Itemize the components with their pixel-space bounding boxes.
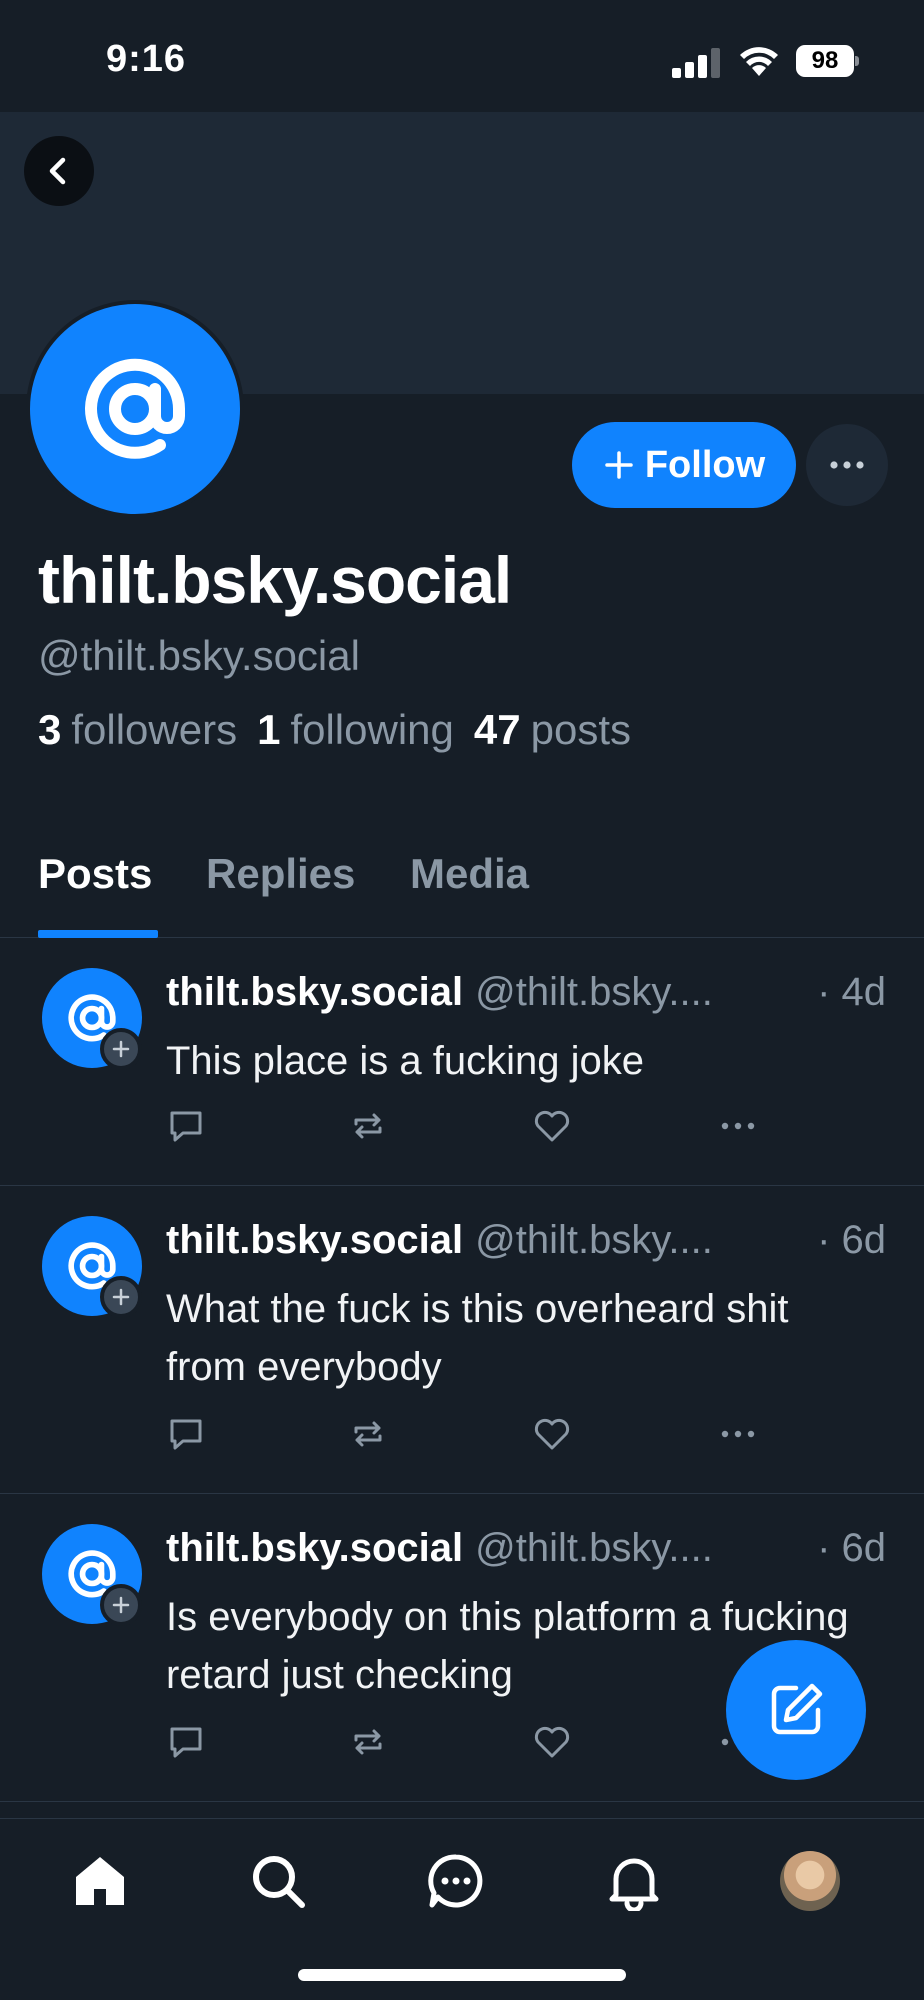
cell-signal-icon bbox=[672, 48, 720, 78]
repost-icon[interactable] bbox=[348, 1106, 388, 1146]
heart-icon[interactable] bbox=[532, 1414, 572, 1454]
follow-author-badge[interactable] bbox=[100, 1028, 142, 1070]
follow-author-badge[interactable] bbox=[100, 1584, 142, 1626]
feed-post[interactable]: thilt.bsky.social @thilt.bsky.... · 6d W… bbox=[0, 1186, 924, 1494]
status-bar: 9:16 98 bbox=[0, 0, 924, 112]
ellipsis-icon[interactable] bbox=[718, 1106, 758, 1146]
post-author-name[interactable]: thilt.bsky.social bbox=[166, 970, 463, 1015]
follow-label: Follow bbox=[644, 443, 766, 486]
plus-icon bbox=[112, 1596, 130, 1614]
plus-icon bbox=[112, 1040, 130, 1058]
plus-icon bbox=[605, 451, 633, 479]
chat-icon[interactable] bbox=[426, 1851, 486, 1911]
back-button[interactable] bbox=[24, 136, 94, 206]
search-icon[interactable] bbox=[248, 1851, 308, 1911]
post-author-handle[interactable]: @thilt.bsky.... bbox=[475, 1218, 811, 1263]
posts-count: 47 bbox=[473, 706, 521, 753]
repost-icon[interactable] bbox=[348, 1722, 388, 1762]
post-timestamp: · 6d bbox=[817, 1526, 886, 1570]
wifi-icon bbox=[740, 47, 778, 76]
plus-icon bbox=[112, 1288, 130, 1306]
compose-button[interactable] bbox=[726, 1640, 866, 1780]
heart-icon[interactable] bbox=[532, 1722, 572, 1762]
home-icon[interactable] bbox=[70, 1851, 130, 1911]
post-timestamp: · 4d bbox=[817, 970, 886, 1014]
battery-level: 98 bbox=[796, 45, 854, 77]
post-actions bbox=[166, 1414, 766, 1458]
post-header: thilt.bsky.social @thilt.bsky.... · 4d bbox=[166, 970, 886, 1015]
post-actions bbox=[166, 1722, 766, 1766]
comment-icon[interactable] bbox=[166, 1722, 206, 1762]
following-label: following bbox=[290, 706, 454, 753]
followers-label: followers bbox=[71, 706, 238, 753]
tab-posts[interactable]: Posts bbox=[38, 850, 152, 898]
post-text: This place is a fucking joke bbox=[166, 1039, 645, 1083]
bottom-nav bbox=[0, 1818, 924, 2000]
profile-avatar-nav[interactable] bbox=[780, 1851, 840, 1911]
following-count: 1 bbox=[257, 706, 281, 753]
follow-button[interactable]: Follow bbox=[572, 422, 796, 508]
home-indicator bbox=[298, 1969, 626, 1981]
followers-count: 3 bbox=[38, 706, 62, 753]
posts-stat: 47 posts bbox=[474, 706, 631, 754]
repost-icon[interactable] bbox=[348, 1414, 388, 1454]
heart-icon[interactable] bbox=[532, 1106, 572, 1146]
post-author-handle[interactable]: @thilt.bsky.... bbox=[475, 1526, 811, 1571]
post-header: thilt.bsky.social @thilt.bsky.... · 6d bbox=[166, 1526, 886, 1571]
comment-icon[interactable] bbox=[166, 1414, 206, 1454]
tab-media[interactable]: Media bbox=[410, 850, 529, 898]
more-options-button[interactable] bbox=[806, 424, 888, 506]
display-name: thilt.bsky.social bbox=[38, 543, 512, 617]
post-actions bbox=[166, 1106, 766, 1150]
at-sign-icon bbox=[85, 358, 186, 459]
tab-replies[interactable]: Replies bbox=[206, 850, 355, 898]
profile-tabs: Posts Replies Media bbox=[0, 840, 924, 938]
feed-post[interactable]: thilt.bsky.social @thilt.bsky.... · 4d T… bbox=[0, 938, 924, 1186]
profile-stats: 3 followers 1 following 47 posts bbox=[38, 706, 631, 754]
ellipsis-icon[interactable] bbox=[718, 1414, 758, 1454]
battery-indicator: 98 bbox=[796, 45, 860, 77]
following-stat[interactable]: 1 following bbox=[257, 706, 454, 754]
chevron-left-icon bbox=[49, 157, 66, 185]
posts-label: posts bbox=[530, 706, 631, 753]
post-timestamp: · 6d bbox=[817, 1218, 886, 1262]
bell-icon[interactable] bbox=[604, 1851, 664, 1911]
ellipsis-icon bbox=[830, 461, 864, 469]
post-text: What the fuck is this overheard shit fro… bbox=[166, 1287, 789, 1389]
active-tab-indicator bbox=[38, 930, 158, 938]
follow-author-badge[interactable] bbox=[100, 1276, 142, 1318]
status-time: 9:16 bbox=[106, 38, 187, 80]
post-author-handle[interactable]: @thilt.bsky.... bbox=[475, 970, 811, 1015]
comment-icon[interactable] bbox=[166, 1106, 206, 1146]
followers-stat[interactable]: 3 followers bbox=[38, 706, 237, 754]
post-header: thilt.bsky.social @thilt.bsky.... · 6d bbox=[166, 1218, 886, 1263]
profile-handle: @thilt.bsky.social bbox=[38, 632, 360, 679]
profile-screen: 9:16 98 Follow thilt.bsky.social @thilt.… bbox=[0, 0, 924, 2000]
compose-icon bbox=[771, 1683, 823, 1735]
post-author-name[interactable]: thilt.bsky.social bbox=[166, 1526, 463, 1571]
profile-avatar[interactable] bbox=[26, 300, 244, 518]
post-author-name[interactable]: thilt.bsky.social bbox=[166, 1218, 463, 1263]
